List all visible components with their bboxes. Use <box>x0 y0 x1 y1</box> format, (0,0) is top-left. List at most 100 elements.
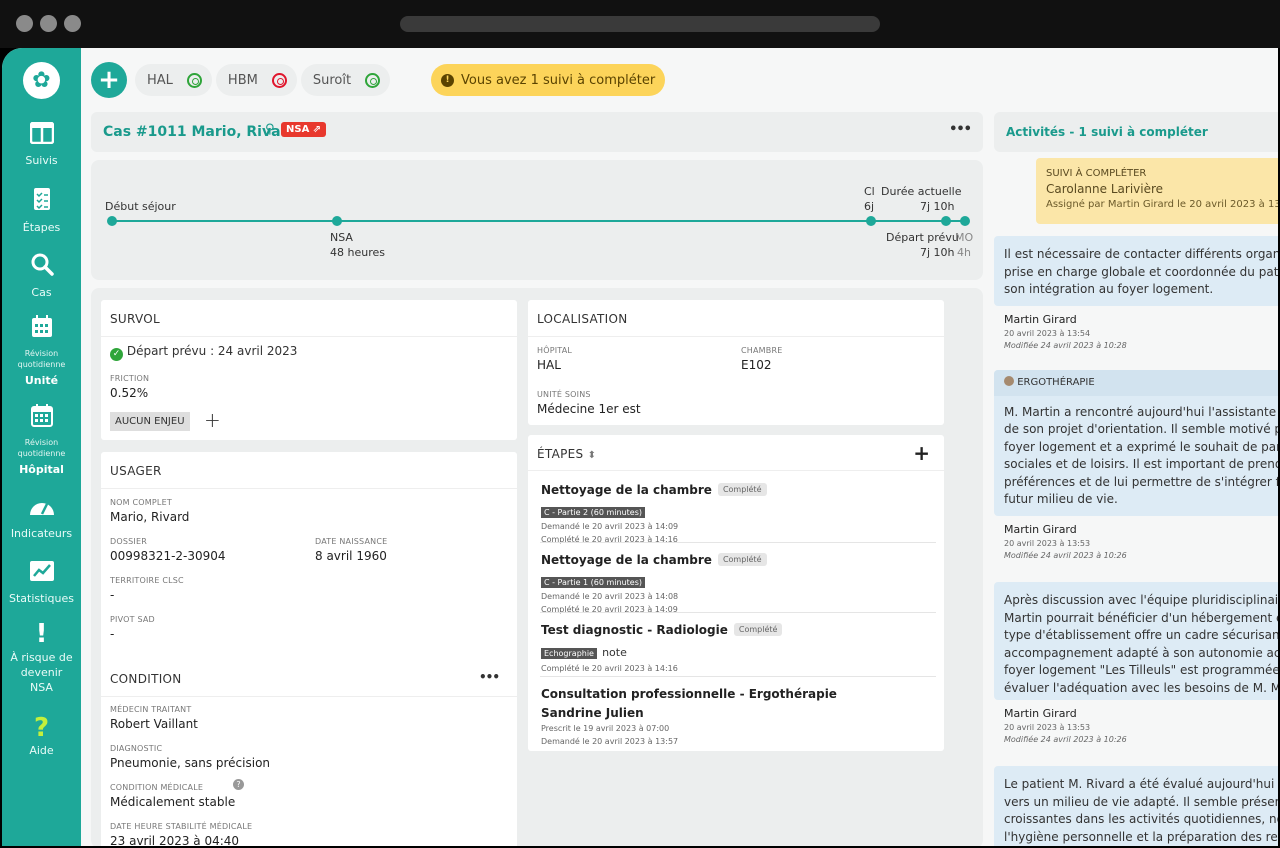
sidebar-item-label: Suivis <box>25 154 58 167</box>
localisation-title: LOCALISATION <box>528 300 944 337</box>
question-icon: ? <box>33 713 50 743</box>
step-item[interactable]: Nettoyage de la chambre Complété C - Part… <box>541 549 937 616</box>
target-status-icon <box>365 72 381 88</box>
step-completed: Complété le 20 avril 2023 à 14:16 <box>541 664 678 673</box>
survol-title: SURVOL <box>101 300 517 337</box>
note-modified: Modifiée 24 avril 2023 à 10:28 <box>1004 341 1127 350</box>
step-tag: C - Partie 2 (60 minutes) <box>541 507 646 518</box>
friction-label: FRICTION <box>110 374 150 383</box>
sidebar-item-label: Unité <box>24 374 59 387</box>
name-value: Mario, Rivard <box>110 510 190 524</box>
medical-condition-value: Médicalement stable <box>110 795 236 809</box>
hospital-filter-suroit[interactable]: Suroît <box>300 64 391 96</box>
sidebar-item-statistiques[interactable]: Statistiques <box>2 560 81 605</box>
activities-title[interactable]: Activités - 1 suivi à compléter <box>1006 125 1208 139</box>
window-maximize-dot[interactable] <box>64 15 81 32</box>
timeline-start-label: Début séjour <box>105 200 176 213</box>
help-icon[interactable]: ? <box>233 779 244 790</box>
activity-note[interactable]: ERGOTHÉRAPIE M. Martin a rencontré aujou… <box>994 370 1278 516</box>
note-date: 20 avril 2023 à 13:54 <box>1004 329 1091 338</box>
followup-card[interactable]: SUIVI À COMPLÉTER Carolanne Larivière As… <box>1036 158 1278 224</box>
sort-icon[interactable]: ⬍ <box>588 450 597 461</box>
step-completed: Complété le 20 avril 2023 à 14:09 <box>541 605 678 614</box>
hospital-filter-hal[interactable]: HAL <box>135 64 212 96</box>
app-logo-icon[interactable]: ✿ <box>23 62 60 99</box>
pivot-value: - <box>110 627 115 641</box>
step-name: Nettoyage de la chambre <box>541 483 712 497</box>
activity-note[interactable]: Le patient M. Rivard a été évalué aujour… <box>994 766 1278 846</box>
note-date: 20 avril 2023 à 13:53 <box>1004 539 1091 548</box>
add-case-button[interactable]: + <box>91 62 127 98</box>
step-name: Test diagnostic - Radiologie <box>541 623 728 637</box>
activity-note[interactable]: Il est nécessaire de contacter différent… <box>994 236 1278 306</box>
calendar-icon <box>2 403 81 433</box>
condition-more-options-button[interactable]: ••• <box>479 670 500 684</box>
note-line: vers un milieu de vie adapté. Il semble … <box>1004 794 1278 809</box>
timeline-dot-mo[interactable] <box>960 216 970 226</box>
note-line: Il est nécessaire de contacter différent… <box>1004 247 1278 261</box>
followup-alert-button[interactable]: ! Vous avez 1 suivi à compléter <box>431 64 666 96</box>
timeline-line <box>111 220 963 222</box>
timeline-dot-nsa[interactable] <box>332 216 342 226</box>
case-header: Cas #1011 Mario, Rivard ⚲ NSA ⇗ ••• <box>91 112 983 152</box>
birth-label: DATE NAISSANCE <box>315 537 388 546</box>
unit-value: Médecine 1er est <box>537 402 641 416</box>
address-bar[interactable] <box>400 16 880 32</box>
sidebar-item-aide[interactable]: ? Aide <box>2 713 81 757</box>
exclamation-icon: ! <box>35 619 48 649</box>
pin-icon[interactable]: ⚲ <box>265 122 275 137</box>
window-minimize-dot[interactable] <box>40 15 57 32</box>
category-dot-icon <box>1004 376 1014 386</box>
sidebar-item-suivis[interactable]: Suivis <box>2 121 81 167</box>
step-item[interactable]: Test diagnostic - Radiologie Complété Ech… <box>541 619 937 675</box>
timeline-planned-value: 7j 10h <box>920 246 955 259</box>
clsc-label: TERRITOIRE CLSC <box>110 576 184 585</box>
pivot-label: PIVOT SAD <box>110 615 155 624</box>
activity-note[interactable]: Après discussion avec l'équipe pluridisc… <box>994 582 1278 700</box>
stability-value: 23 avril 2023 à 04:40 <box>110 834 240 846</box>
timeline-nsa-value: 48 heures <box>330 246 385 259</box>
top-bar: + HAL HBM Suroît <box>91 62 394 98</box>
sidebar-item-revision-hopital[interactable]: Révision quotidienne Hôpital <box>2 403 81 476</box>
sidebar-item-label: À risque de devenir NSA <box>10 651 73 694</box>
check-circle-icon: ✓ <box>110 348 123 361</box>
hospital-filter-hbm[interactable]: HBM <box>215 64 297 96</box>
gauge-icon <box>2 495 81 523</box>
sidebar-item-cas[interactable]: Cas <box>2 252 81 299</box>
followup-assigned: Assigné par Martin Girard le 20 avril 20… <box>1046 199 1278 210</box>
hospital-name: HAL <box>147 72 173 88</box>
friction-value: 0.52% <box>110 386 149 400</box>
step-item[interactable]: Nettoyage de la chambre Complété C - Part… <box>541 479 937 546</box>
divider <box>540 676 936 677</box>
timeline-dot-start[interactable] <box>107 216 117 226</box>
sidebar-item-revision-unite[interactable]: Révision quotidienne Unité <box>2 314 81 387</box>
note-line: évaluer l'adéquation avec les besoins de… <box>1004 680 1278 695</box>
add-issue-icon[interactable]: + <box>204 408 221 432</box>
note-author: Martin Girard <box>1004 523 1077 536</box>
step-note: note <box>602 646 627 659</box>
note-line: foyer logement et a exprimé le souhait d… <box>1004 439 1278 454</box>
usager-title: USAGER <box>101 452 517 489</box>
note-author: Martin Girard <box>1004 707 1077 720</box>
birth-value: 8 avril 1960 <box>315 549 387 563</box>
step-item[interactable]: Consultation professionnelle - Ergothéra… <box>541 683 937 748</box>
sidebar-item-etapes[interactable]: Étapes <box>2 187 81 234</box>
window-close-dot[interactable] <box>16 15 33 32</box>
sidebar-item-risque-nsa[interactable]: ! À risque de devenir NSA <box>2 619 81 695</box>
note-line: son intégration au foyer logement. <box>1004 282 1214 296</box>
aucun-enjeu-button[interactable]: AUCUN ENJEU <box>110 412 190 431</box>
nsa-badge[interactable]: NSA ⇗ <box>281 122 327 137</box>
timeline-current-value: 7j 10h <box>920 200 955 213</box>
note-line: croissantes dans les activités quotidien… <box>1004 812 1278 826</box>
add-step-button[interactable]: + <box>913 441 930 465</box>
doctor-value: Robert Vaillant <box>110 717 198 731</box>
case-more-options-button[interactable]: ••• <box>949 122 972 137</box>
step-prescribed: Prescrit le 19 avril 2023 à 07:00 <box>541 724 670 733</box>
timeline-dot-cl[interactable] <box>866 216 876 226</box>
diagnosis-label: DIAGNOSTIC <box>110 744 163 753</box>
timeline-dot-current[interactable] <box>941 216 951 226</box>
sidebar-item-indicateurs[interactable]: Indicateurs <box>2 495 81 540</box>
note-line: de son projet d'orientation. Il semble m… <box>1004 422 1278 436</box>
alert-text: Vous avez 1 suivi à compléter <box>461 72 656 88</box>
doctor-label: MÉDECIN TRAITANT <box>110 705 192 714</box>
